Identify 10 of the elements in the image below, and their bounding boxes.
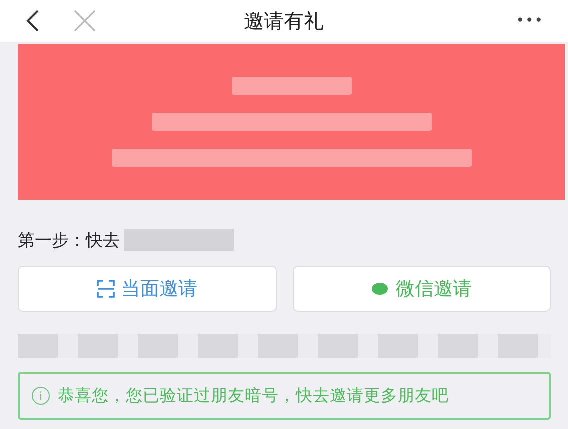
invite-button[interactable]: 当面邀请	[18, 266, 276, 312]
notice-text: 恭喜您，您已验证过朋友暗号，快去邀请更多朋友吧	[58, 385, 449, 407]
info-icon: i	[32, 387, 50, 405]
step-label: 第一步：快去	[18, 230, 120, 252]
page-title: 邀请有礼	[244, 8, 324, 34]
more-menu[interactable]: •••	[516, 13, 544, 29]
invite-button[interactable]: 微信邀请	[292, 266, 551, 312]
scan-icon	[97, 280, 116, 298]
chat-icon	[372, 282, 390, 296]
back-icon[interactable]	[26, 9, 40, 33]
